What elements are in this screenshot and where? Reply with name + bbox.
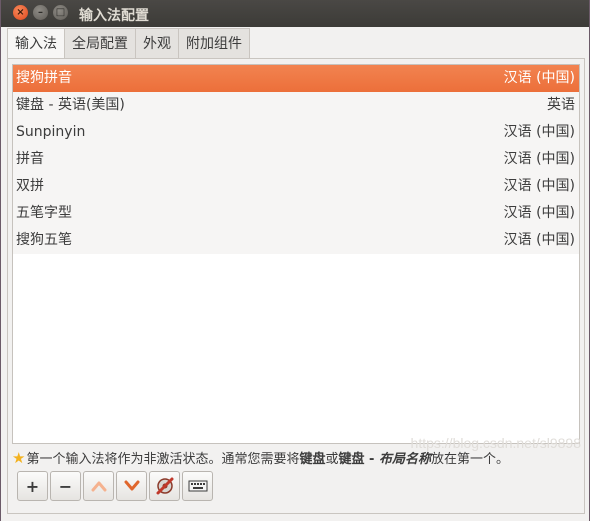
chevron-up-icon — [91, 481, 106, 492]
maximize-icon[interactable]: □ — [53, 5, 68, 20]
hint-bold-keyboard: 键盘 — [299, 452, 326, 467]
hint-part-3: 放在第一个。 — [430, 452, 509, 467]
list-item[interactable]: 搜狗五笔 汉语 (中国) — [13, 227, 579, 254]
chevron-down-icon — [124, 480, 139, 491]
input-method-name: 搜狗五笔 — [16, 232, 72, 248]
input-method-language: 汉语 (中国) — [503, 151, 575, 167]
configure-button[interactable] — [149, 471, 180, 501]
tab-addons[interactable]: 附加组件 — [178, 28, 250, 58]
tab-global-config[interactable]: 全局配置 — [64, 28, 136, 58]
list-item[interactable]: 键盘 - 英语(美国) 英语 — [13, 92, 579, 119]
hint-part-2: 或 — [325, 452, 339, 467]
list-item[interactable]: 拼音 汉语 (中国) — [13, 146, 579, 173]
hint-layout-name: 布局名称 — [378, 452, 431, 467]
settings-icon — [156, 477, 173, 495]
window-title: 输入法配置 — [79, 8, 149, 24]
minimize-icon[interactable]: – — [33, 5, 48, 20]
input-method-name: 五笔字型 — [16, 205, 72, 221]
list-item[interactable]: 双拼 汉语 (中国) — [13, 173, 579, 200]
input-method-config-window: × – □ 输入法配置 输入法 全局配置 外观 附加组件 搜狗拼音 汉语 (中国… — [0, 0, 590, 521]
list-item[interactable]: 搜狗拼音 汉语 (中国) — [13, 65, 579, 92]
tab-appearance[interactable]: 外观 — [135, 28, 179, 58]
input-method-name: 搜狗拼音 — [16, 70, 72, 86]
input-method-language: 汉语 (中国) — [503, 232, 575, 248]
move-down-button[interactable] — [116, 471, 147, 501]
list-item[interactable]: 五笔字型 汉语 (中国) — [13, 200, 579, 227]
close-icon[interactable]: × — [13, 5, 28, 20]
keyboard-icon — [188, 480, 207, 492]
tab-input-method[interactable]: 输入法 — [7, 28, 65, 59]
input-method-language: 汉语 (中国) — [503, 70, 575, 86]
list-toolbar: + − — [17, 471, 215, 501]
hint-bold-keyboard-layout: 键盘 - — [338, 452, 379, 467]
input-method-name: 双拼 — [16, 178, 44, 194]
remove-button[interactable]: − — [50, 471, 81, 501]
input-method-language: 汉语 (中国) — [503, 124, 575, 140]
star-icon: ★ — [12, 449, 26, 467]
list-item[interactable]: Sunpinyin 汉语 (中国) — [13, 119, 579, 146]
hint-part-1: 第一个输入法将作为非激活状态。通常您需要将 — [26, 452, 300, 467]
input-method-list[interactable]: 搜狗拼音 汉语 (中国) 键盘 - 英语(美国) 英语 Sunpinyin 汉语… — [12, 64, 580, 444]
input-method-language: 汉语 (中国) — [503, 205, 575, 221]
watermark: https://blog.csdn.net/sl9898 — [410, 435, 581, 451]
input-method-language: 汉语 (中国) — [503, 178, 575, 194]
keyboard-layout-button[interactable] — [182, 471, 213, 501]
input-method-name: Sunpinyin — [16, 124, 86, 140]
title-bar[interactable]: × – □ 输入法配置 — [1, 0, 589, 27]
input-method-language: 英语 — [547, 97, 575, 113]
move-up-button[interactable] — [83, 471, 114, 501]
add-button[interactable]: + — [17, 471, 48, 501]
tab-bar: 输入法 全局配置 外观 附加组件 — [7, 28, 250, 59]
input-method-name: 拼音 — [16, 151, 44, 167]
input-method-name: 键盘 - 英语(美国) — [16, 97, 125, 113]
